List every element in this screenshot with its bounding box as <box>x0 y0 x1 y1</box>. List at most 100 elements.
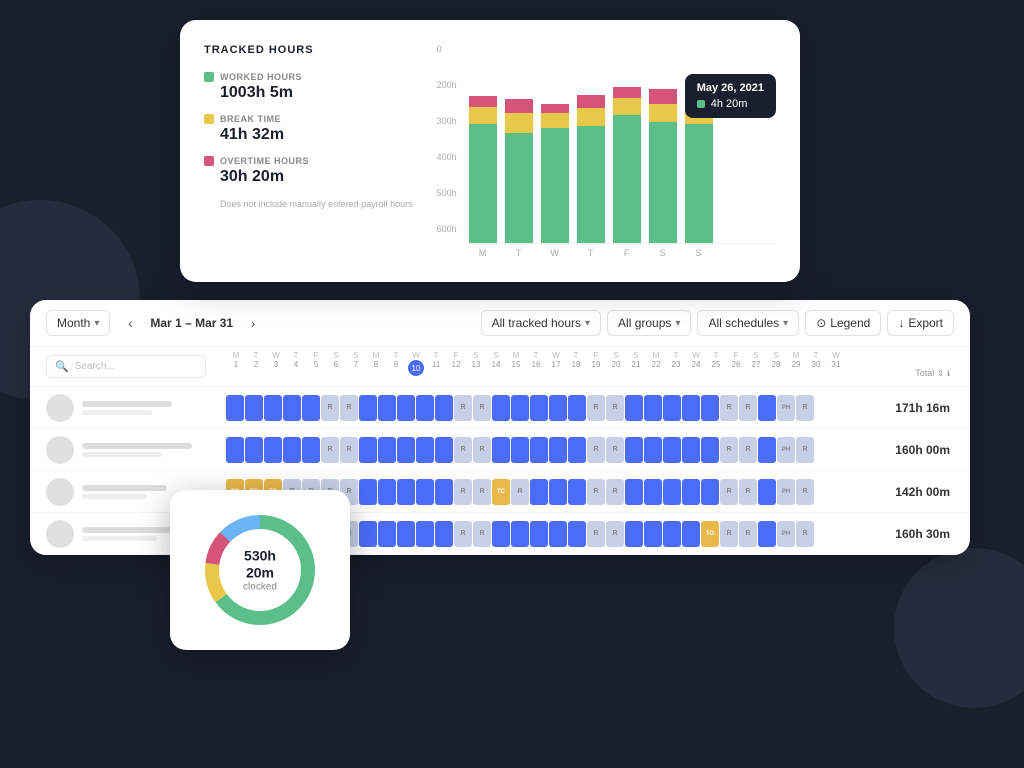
cell-1-14 <box>492 437 510 463</box>
export-icon: ↓ <box>898 316 904 330</box>
cell-1-3 <box>283 437 301 463</box>
total-header: Total ⇕ ℹ <box>884 347 954 386</box>
day-header-13: S13 <box>466 347 486 386</box>
tooltip-date: May 26, 2021 <box>697 82 764 94</box>
x-label-4: F <box>613 248 641 258</box>
name-line-3 <box>82 527 177 533</box>
hours-chevron-icon: ▾ <box>585 318 590 329</box>
bar-worked-0 <box>469 124 497 243</box>
cell-2-26: R <box>720 479 738 505</box>
cell-2-22 <box>644 479 662 505</box>
cells-row-0: RRRRRRRRPHR <box>226 395 884 421</box>
cell-2-9 <box>397 479 415 505</box>
bar-worked-5 <box>649 122 677 243</box>
search-input[interactable]: 🔍 Search... <box>46 355 206 378</box>
bar-worked-6 <box>685 124 713 243</box>
timesheet-toolbar: Month ▾ ‹ Mar 1 – Mar 31 › All tracked h… <box>30 300 970 347</box>
x-label-5: S <box>649 248 677 258</box>
cell-0-3 <box>283 395 301 421</box>
name-column-header: 🔍 Search... <box>46 347 226 386</box>
avatar-3 <box>46 520 74 548</box>
bar-break-2 <box>541 113 569 128</box>
person-col-0 <box>46 394 226 422</box>
day-header-6: S6 <box>326 347 346 386</box>
cell-0-4 <box>302 395 320 421</box>
cell-2-20: R <box>606 479 624 505</box>
bar-worked-3 <box>577 126 605 243</box>
cell-0-8 <box>378 395 396 421</box>
schedules-filter-button[interactable]: All schedules ▾ <box>697 310 799 336</box>
month-chevron-icon: ▾ <box>94 318 99 329</box>
day-header-30: T30 <box>806 347 826 386</box>
bar-group-1 <box>505 99 533 243</box>
day-header-9: T9 <box>386 347 406 386</box>
toolbar-right: All tracked hours ▾ All groups ▾ All sch… <box>481 310 954 336</box>
cell-2-27: R <box>739 479 757 505</box>
cell-1-25 <box>701 437 719 463</box>
x-axis-labels: MTWTFSS <box>469 248 776 258</box>
day-header-29: M29 <box>786 347 806 386</box>
cell-0-25 <box>701 395 719 421</box>
search-placeholder: Search... <box>75 361 115 372</box>
cell-1-18 <box>568 437 586 463</box>
cell-2-16 <box>530 479 548 505</box>
cell-1-15 <box>511 437 529 463</box>
bar-group-0 <box>469 96 497 243</box>
cell-2-15: R <box>511 479 529 505</box>
x-label-1: T <box>505 248 533 258</box>
bar-break-1 <box>505 113 533 133</box>
bar-overtime-4 <box>613 87 641 98</box>
cell-1-10 <box>416 437 434 463</box>
cell-2-13: R <box>473 479 491 505</box>
bar-break-5 <box>649 104 677 122</box>
export-button[interactable]: ↓ Export <box>887 310 954 336</box>
next-month-button[interactable]: › <box>241 311 265 335</box>
bar-break-0 <box>469 107 497 124</box>
cell-3-30: R <box>796 521 814 547</box>
cell-0-27: R <box>739 395 757 421</box>
person-info-3 <box>82 527 177 541</box>
avatar-2 <box>46 478 74 506</box>
name-line-1 <box>82 443 192 449</box>
month-filter-button[interactable]: Month ▾ <box>46 310 110 336</box>
x-label-3: T <box>577 248 605 258</box>
donut-center: 530h 20m clocked <box>230 548 290 593</box>
cell-0-24 <box>682 395 700 421</box>
bar-worked-2 <box>541 128 569 243</box>
cell-0-5: R <box>321 395 339 421</box>
day-header-15: M15 <box>506 347 526 386</box>
cell-3-25: TO <box>701 521 719 547</box>
hours-filter-button[interactable]: All tracked hours ▾ <box>481 310 601 336</box>
prev-month-button[interactable]: ‹ <box>118 311 142 335</box>
row-total-0: 171h 16m <box>884 401 954 415</box>
day-header-1: M1 <box>226 347 246 386</box>
cell-0-23 <box>663 395 681 421</box>
legend-button[interactable]: ⊙ Legend <box>805 310 881 336</box>
person-col-1 <box>46 436 226 464</box>
cell-0-22 <box>644 395 662 421</box>
role-line-3 <box>82 536 157 541</box>
cell-1-6: R <box>340 437 358 463</box>
groups-filter-button[interactable]: All groups ▾ <box>607 310 691 336</box>
export-label: Export <box>908 316 943 330</box>
cell-1-11 <box>435 437 453 463</box>
bar-group-5 <box>649 89 677 243</box>
x-label-0: M <box>469 248 497 258</box>
groups-filter-label: All groups <box>618 316 671 330</box>
schedules-chevron-icon: ▾ <box>783 318 788 329</box>
cell-1-13: R <box>473 437 491 463</box>
day-header-19: F19 <box>586 347 606 386</box>
cell-1-17 <box>549 437 567 463</box>
cell-0-11 <box>435 395 453 421</box>
cell-0-9 <box>397 395 415 421</box>
cell-3-12: R <box>454 521 472 547</box>
cell-3-23 <box>663 521 681 547</box>
person-info-1 <box>82 443 192 457</box>
cell-0-0 <box>226 395 244 421</box>
role-line-2 <box>82 494 147 499</box>
cell-1-19: R <box>587 437 605 463</box>
bar-group-2 <box>541 104 569 243</box>
y-axis-labels: 600h 500h 400h 300h 200h 0 <box>437 44 465 234</box>
schedules-filter-label: All schedules <box>708 316 779 330</box>
cell-3-11 <box>435 521 453 547</box>
